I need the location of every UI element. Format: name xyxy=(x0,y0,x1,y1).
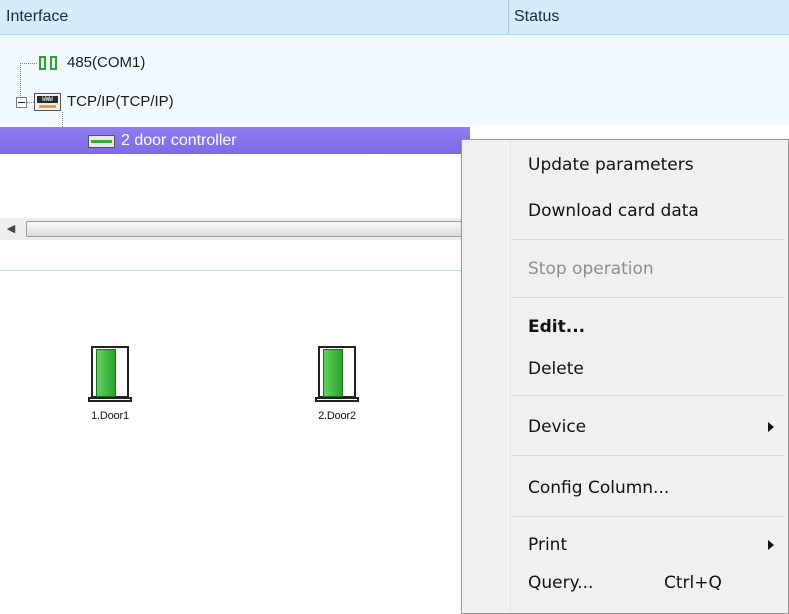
door-item-1[interactable]: 1.Door1 xyxy=(55,346,165,422)
controller-icon xyxy=(88,135,115,148)
column-separator[interactable] xyxy=(508,0,509,34)
tree-node-com1[interactable]: 485(COM1) xyxy=(36,52,145,74)
menu-item-download-card-data[interactable]: Download card data xyxy=(528,196,788,226)
scrollbar-thumb[interactable] xyxy=(26,221,476,237)
menu-item-delete[interactable]: Delete xyxy=(528,354,788,384)
menu-separator xyxy=(512,239,784,240)
menu-item-print[interactable]: Print xyxy=(528,530,788,560)
tree-node-label: 485(COM1) xyxy=(67,54,146,71)
menu-shortcut: Ctrl+Q xyxy=(664,573,722,593)
tree-node-tcpip[interactable]: WWW TCP/IP(TCP/IP) xyxy=(34,91,174,113)
horizontal-scrollbar[interactable]: ◀ xyxy=(0,218,476,240)
door-icon xyxy=(315,346,359,404)
door-item-2[interactable]: 2.Door2 xyxy=(282,346,392,422)
menu-item-edit[interactable]: Edit... xyxy=(528,312,788,342)
submenu-arrow-icon xyxy=(768,422,774,432)
tree-node-label: 2 door controller xyxy=(121,132,237,149)
network-device-icon: WWW xyxy=(34,93,61,111)
scroll-left-arrow-icon[interactable]: ◀ xyxy=(4,218,18,240)
door-label: 2.Door2 xyxy=(318,410,356,422)
column-header-interface[interactable]: Interface xyxy=(6,0,68,34)
menu-icon-gutter xyxy=(462,140,511,613)
grid-header: Interface Status xyxy=(0,0,789,35)
door-label: 1.Door1 xyxy=(91,410,129,422)
menu-separator xyxy=(512,395,784,396)
collapse-toggle[interactable] xyxy=(16,97,27,108)
context-menu: Update parameters Download card data Sto… xyxy=(461,139,789,614)
menu-item-device[interactable]: Device xyxy=(528,412,788,442)
tree-connector xyxy=(26,102,34,104)
menu-item-stop-operation[interactable]: Stop operation xyxy=(528,254,788,284)
door-icon xyxy=(88,346,132,404)
tree-node-label: TCP/IP(TCP/IP) xyxy=(67,93,174,110)
tree-node-controller-selected[interactable]: 2 door controller xyxy=(0,127,470,154)
submenu-arrow-icon xyxy=(768,540,774,550)
menu-item-update-parameters[interactable]: Update parameters xyxy=(528,150,788,180)
column-header-status[interactable]: Status xyxy=(514,0,559,34)
menu-item-query[interactable]: Query... Ctrl+Q xyxy=(528,568,788,598)
serial-port-icon xyxy=(36,54,62,72)
menu-separator xyxy=(512,297,784,298)
menu-item-config-column[interactable]: Config Column... xyxy=(528,473,788,503)
menu-separator xyxy=(512,516,784,517)
menu-separator xyxy=(512,455,784,456)
